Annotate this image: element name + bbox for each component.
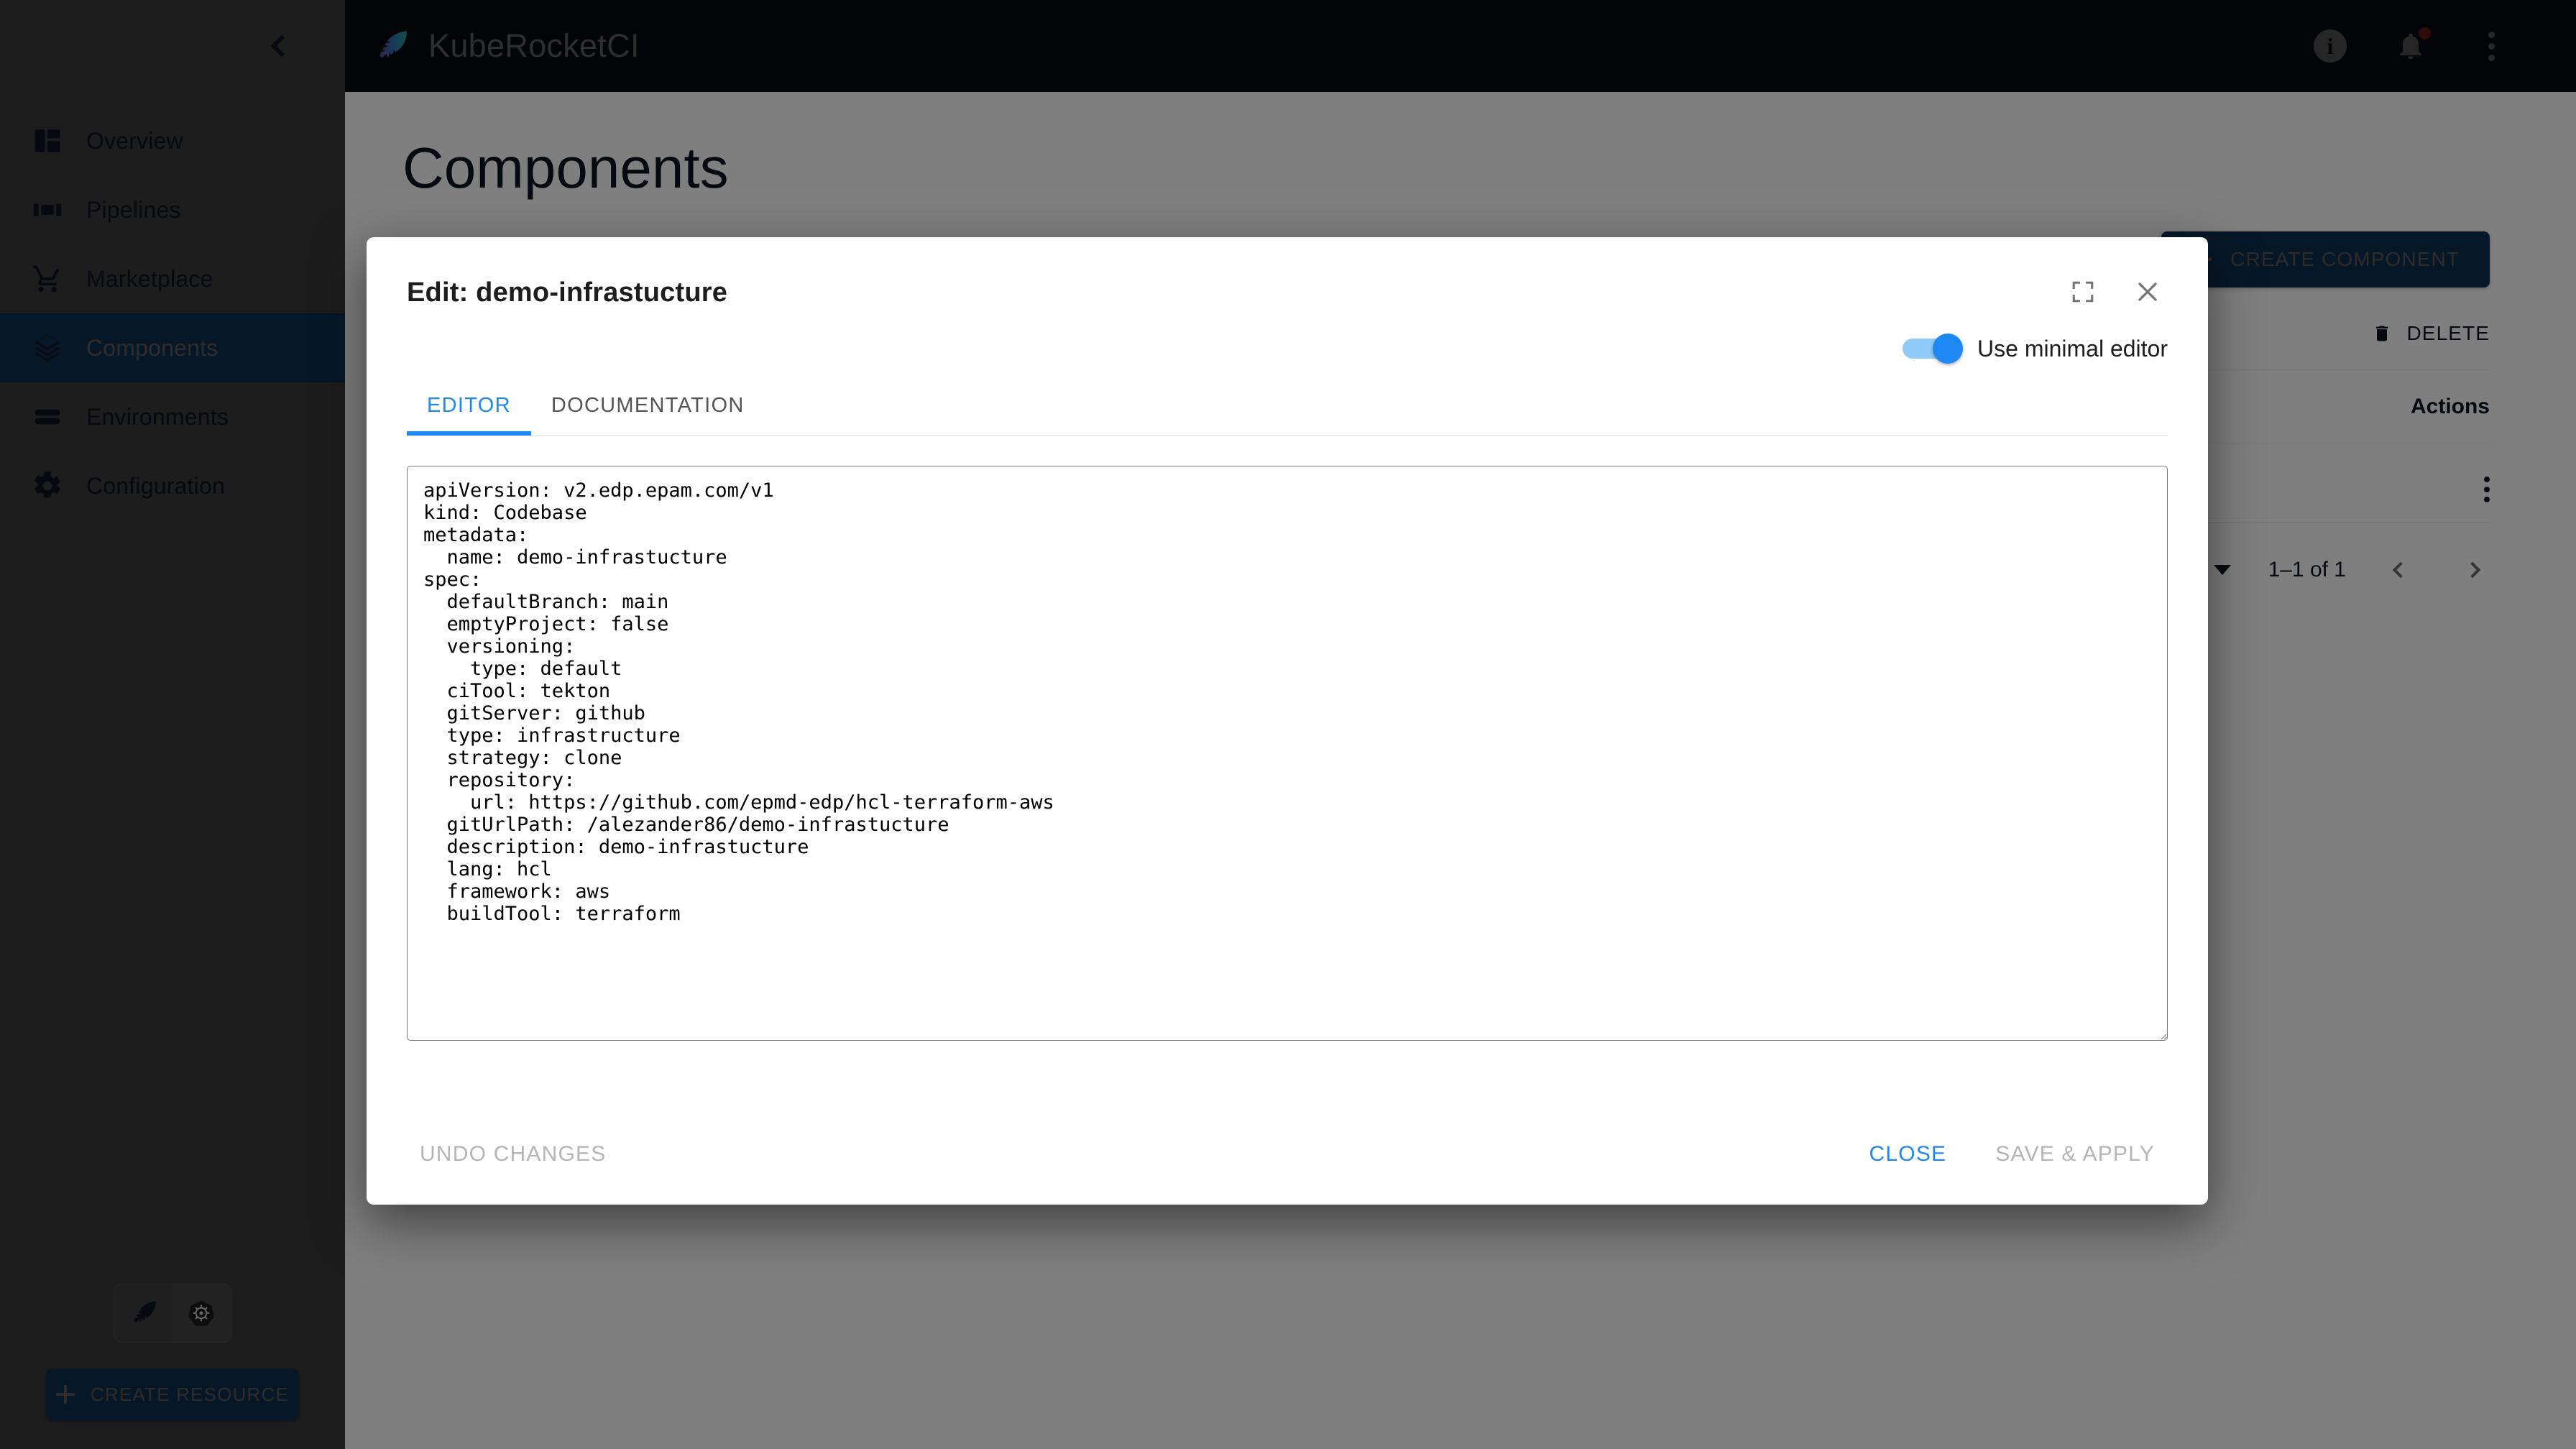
close-button[interactable] bbox=[2128, 272, 2168, 312]
dialog-header-actions bbox=[2063, 272, 2168, 312]
close-icon bbox=[2138, 282, 2157, 301]
save-and-apply-button[interactable]: SAVE & APPLY bbox=[1982, 1133, 2168, 1175]
toggle-thumb bbox=[1933, 334, 1964, 364]
app-root: Components CREATE COMPONENT DELETE Type … bbox=[0, 0, 2576, 1449]
minimal-editor-label: Use minimal editor bbox=[1977, 335, 2168, 362]
edit-codebase-dialog: Edit: demo-infrastucture Use minimal edi… bbox=[367, 237, 2208, 1205]
dialog-footer: UNDO CHANGES CLOSE SAVE & APPLY bbox=[367, 1104, 2208, 1205]
minimal-editor-toggle[interactable] bbox=[1903, 334, 1964, 364]
minimal-editor-row: Use minimal editor bbox=[367, 334, 2208, 364]
yaml-editor-textarea[interactable] bbox=[407, 466, 2168, 1041]
close-dialog-button[interactable]: CLOSE bbox=[1857, 1133, 1960, 1175]
tab-editor[interactable]: EDITOR bbox=[407, 394, 531, 436]
undo-changes-button[interactable]: UNDO CHANGES bbox=[407, 1133, 619, 1175]
dialog-header: Edit: demo-infrastucture bbox=[367, 237, 2208, 312]
editor-panel bbox=[407, 466, 2168, 1104]
tab-documentation[interactable]: DOCUMENTATION bbox=[531, 394, 765, 435]
dialog-tabs: EDITOR DOCUMENTATION bbox=[407, 394, 2168, 436]
dialog-title: Edit: demo-infrastucture bbox=[407, 277, 728, 308]
dialog-footer-right: CLOSE SAVE & APPLY bbox=[1857, 1133, 2168, 1175]
fullscreen-icon bbox=[2072, 281, 2094, 303]
fullscreen-button[interactable] bbox=[2063, 272, 2103, 312]
